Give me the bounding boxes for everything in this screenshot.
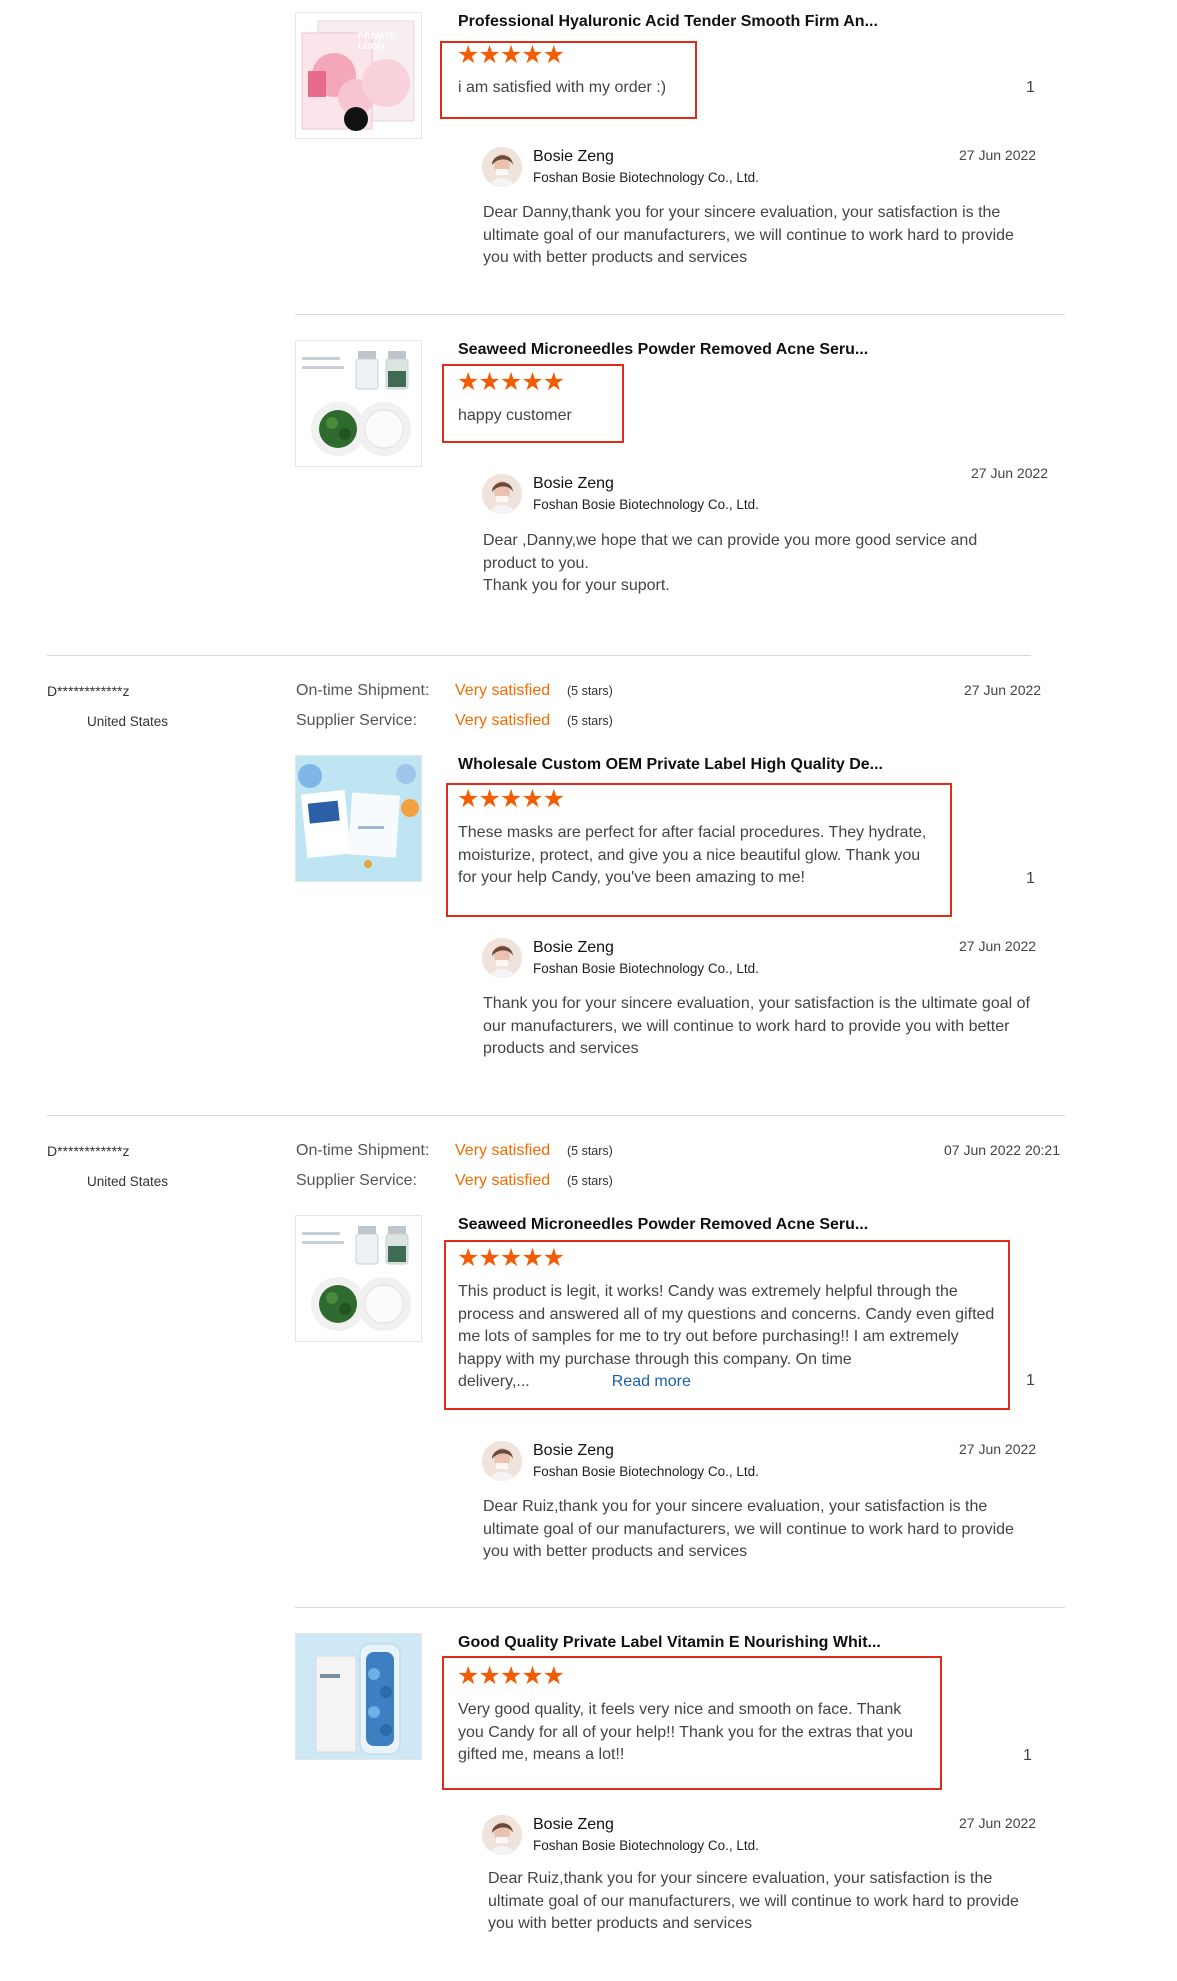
helpful-count[interactable]: 1: [1023, 1747, 1032, 1765]
rating-stars-icon: ★★★★★: [457, 41, 565, 69]
buyer-country: United States: [87, 714, 169, 729]
product-title-link[interactable]: Seaweed Microneedles Powder Removed Acne…: [458, 1216, 868, 1234]
supplier-avatar: [482, 474, 522, 514]
product-title-link[interactable]: Wholesale Custom OEM Private Label High …: [458, 756, 883, 774]
divider: [47, 655, 1031, 656]
review-text: These masks are perfect for after facial…: [458, 824, 927, 886]
review-text: Very good quality, it feels very nice an…: [458, 1701, 914, 1763]
helpful-count[interactable]: 1: [1026, 870, 1035, 888]
product-title-link[interactable]: Professional Hyaluronic Acid Tender Smoo…: [458, 13, 878, 31]
reply-company: Foshan Bosie Biotechnology Co., Ltd.: [533, 1838, 759, 1853]
rating-stars-icon: ★★★★★: [457, 785, 565, 813]
product-thumbnail[interactable]: [295, 340, 422, 467]
helpful-count[interactable]: 1: [1026, 1372, 1035, 1390]
product-title-link[interactable]: Seaweed Microneedles Powder Removed Acne…: [458, 341, 868, 359]
service-stars: (5 stars): [567, 1174, 613, 1188]
service-rating: Very satisfied: [455, 1172, 551, 1189]
supplier-avatar: [482, 147, 522, 187]
reply-company: Foshan Bosie Biotechnology Co., Ltd.: [533, 170, 759, 185]
product-thumbnail[interactable]: PRIVATE LOGO: [295, 12, 422, 139]
divider: [47, 1115, 1065, 1116]
reply-company: Foshan Bosie Biotechnology Co., Ltd.: [533, 961, 759, 976]
reply-author-name: Bosie Zeng: [533, 475, 614, 492]
review-text-body: This product is legit, it works! Candy w…: [458, 1283, 995, 1390]
reply-text: Dear Danny,thank you for your sincere ev…: [483, 204, 1014, 266]
reply-date: 27 Jun 2022: [959, 938, 1037, 954]
rating-stars-icon: ★★★★★: [457, 368, 565, 396]
buyer-name: D************z: [47, 1143, 130, 1159]
read-more-link[interactable]: Read more: [612, 1373, 691, 1390]
reply-text: Dear ,Danny,we hope that we can provide …: [483, 532, 978, 594]
review-text: i am satisfied with my order :): [458, 79, 667, 96]
product-thumbnail[interactable]: [295, 1215, 422, 1342]
reply-author-name: Bosie Zeng: [533, 1442, 614, 1459]
product-thumbnail[interactable]: [295, 755, 422, 882]
divider: [295, 314, 1065, 315]
divider: [295, 1607, 1065, 1608]
review-date: 27 Jun 2022: [964, 682, 1042, 698]
product-image: [296, 341, 422, 467]
reply-date: 27 Jun 2022: [959, 1815, 1037, 1831]
buyer-name: D************z: [47, 683, 130, 699]
shipment-label: On-time Shipment:: [296, 682, 430, 699]
service-label: Supplier Service:: [296, 1172, 417, 1189]
reply-date: 27 Jun 2022: [959, 1441, 1037, 1457]
reply-text: Dear Ruiz,thank you for your sincere eva…: [488, 1870, 1019, 1932]
service-label: Supplier Service:: [296, 712, 417, 729]
shipment-label: On-time Shipment:: [296, 1142, 430, 1159]
product-title-link[interactable]: Good Quality Private Label Vitamin E Nou…: [458, 1634, 881, 1652]
review-date: 07 Jun 2022 20:21: [944, 1142, 1060, 1158]
buyer-country: United States: [87, 1174, 169, 1189]
service-stars: (5 stars): [567, 714, 613, 728]
reply-date: 27 Jun 2022: [959, 147, 1037, 163]
product-image: [296, 1634, 421, 1759]
reply-author-name: Bosie Zeng: [533, 1816, 614, 1833]
product-image: [296, 1216, 422, 1342]
reply-text: Thank you for your sincere evaluation, y…: [483, 995, 1030, 1057]
product-image: [296, 756, 421, 881]
rating-stars-icon: ★★★★★: [457, 1244, 565, 1272]
reply-company: Foshan Bosie Biotechnology Co., Ltd.: [533, 1464, 759, 1479]
product-thumbnail[interactable]: [295, 1633, 422, 1760]
thumbnail-logo-text: PRIVATE LOGO: [358, 31, 396, 51]
reply-author-name: Bosie Zeng: [533, 148, 614, 165]
reply-text: Dear Ruiz,thank you for your sincere eva…: [483, 1498, 1014, 1560]
supplier-avatar: [482, 938, 522, 978]
service-rating: Very satisfied: [455, 712, 551, 729]
shipment-rating: Very satisfied: [455, 682, 551, 699]
review-text: happy customer: [458, 407, 572, 424]
shipment-stars: (5 stars): [567, 684, 613, 698]
reply-company: Foshan Bosie Biotechnology Co., Ltd.: [533, 497, 759, 512]
reply-author-name: Bosie Zeng: [533, 939, 614, 956]
shipment-stars: (5 stars): [567, 1144, 613, 1158]
supplier-avatar: [482, 1815, 522, 1855]
reply-date: 27 Jun 2022: [971, 465, 1049, 481]
supplier-avatar: [482, 1441, 522, 1481]
review-text: This product is legit, it works! Candy w…: [458, 1281, 998, 1394]
shipment-rating: Very satisfied: [455, 1142, 551, 1159]
rating-stars-icon: ★★★★★: [457, 1662, 565, 1690]
helpful-count[interactable]: 1: [1026, 79, 1035, 97]
